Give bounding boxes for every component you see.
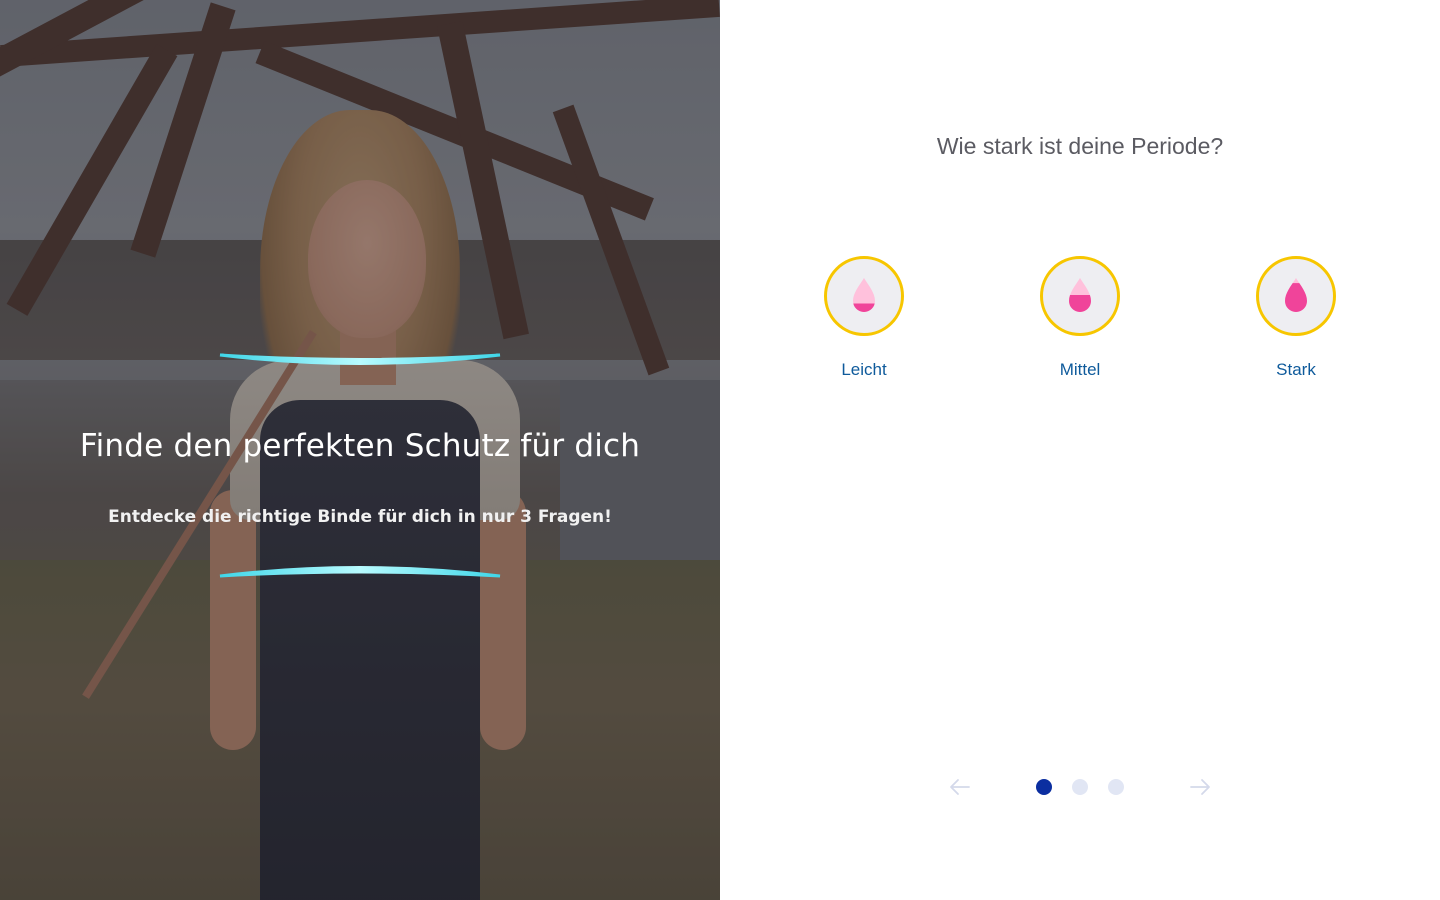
hero-content: Finde den perfekten Schutz für dich Entd…: [0, 0, 720, 900]
step-dot-2[interactable]: [1072, 779, 1088, 795]
drop-medium-icon: [1069, 278, 1091, 312]
option-label[interactable]: Stark: [1236, 360, 1356, 380]
drop-heavy-icon: [1285, 278, 1307, 312]
hero-subtitle: Entdecke die richtige Binde für dich in …: [108, 507, 612, 527]
quiz-panel: Wie stark ist deine Periode? Leicht Mitt…: [720, 0, 1440, 900]
drop-light-icon: [853, 278, 875, 312]
hero-title: Finde den perfekten Schutz für dich: [79, 428, 641, 464]
option-ring[interactable]: [824, 256, 904, 336]
decorative-arc-top: [219, 353, 501, 365]
option-stark[interactable]: Stark: [1236, 256, 1356, 380]
step-dot-1[interactable]: [1036, 779, 1052, 795]
option-ring[interactable]: [1256, 256, 1336, 336]
option-label[interactable]: Leicht: [804, 360, 924, 380]
step-pager: [720, 772, 1440, 802]
option-leicht[interactable]: Leicht: [804, 256, 924, 380]
option-ring[interactable]: [1040, 256, 1120, 336]
step-dot-3[interactable]: [1108, 779, 1124, 795]
arrow-right-icon[interactable]: [1188, 775, 1212, 799]
arrow-left-icon[interactable]: [948, 775, 972, 799]
option-label[interactable]: Mittel: [1020, 360, 1140, 380]
quiz-question: Wie stark ist deine Periode?: [936, 133, 1224, 159]
decorative-arc-bottom: [219, 566, 501, 578]
option-mittel[interactable]: Mittel: [1020, 256, 1140, 380]
hero-image: Finde den perfekten Schutz für dich Entd…: [0, 0, 720, 900]
